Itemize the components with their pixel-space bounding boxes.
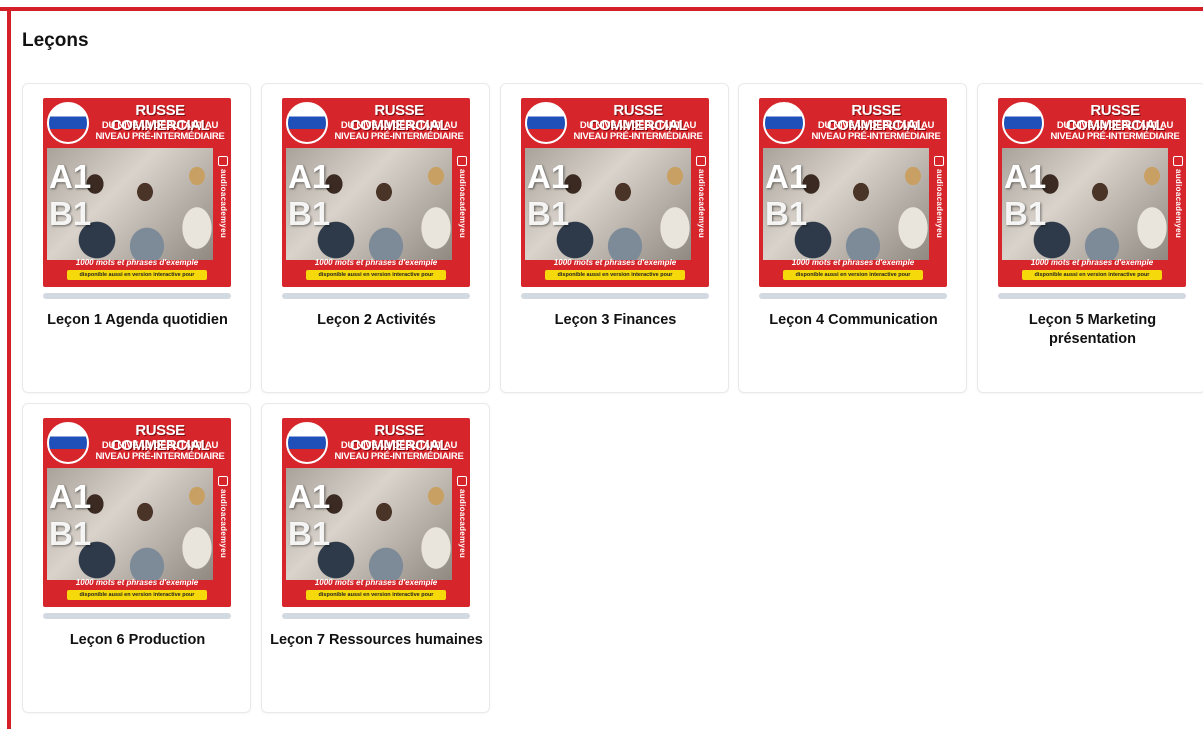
cover-subtitle: DU NIVEAU DÉBUTANT AU NIVEAU PRÉ-INTERMÉ… [811,120,941,142]
russian-flag-icon [286,422,328,464]
lesson-cover-image: RUSSE COMMERCIAL DU NIVEAU DÉBUTANT AU N… [282,418,470,607]
brand-logo-icon [696,156,706,166]
lesson-cover-image: RUSSE COMMERCIAL DU NIVEAU DÉBUTANT AU N… [759,98,947,287]
cover-words-caption: 1000 mots et phrases d'exemple [75,258,199,267]
cover-subtitle: DU NIVEAU DÉBUTANT AU NIVEAU PRÉ-INTERMÉ… [334,120,464,142]
cover-subtitle: DU NIVEAU DÉBUTANT AU NIVEAU PRÉ-INTERMÉ… [95,120,225,142]
russian-flag-icon [47,422,89,464]
cover-level-a1: A1 [288,478,331,515]
lesson-cover-image: RUSSE COMMERCIAL DU NIVEAU DÉBUTANT AU N… [43,418,231,607]
lesson-cover-image: RUSSE COMMERCIAL DU NIVEAU DÉBUTANT AU N… [43,98,231,287]
lesson-cover-image: RUSSE COMMERCIAL DU NIVEAU DÉBUTANT AU N… [521,98,709,287]
frame-top-border [0,7,1203,11]
brand-logo-icon [218,476,228,486]
cover-subtitle: DU NIVEAU DÉBUTANT AU NIVEAU PRÉ-INTERMÉ… [573,120,703,142]
brand-logo-icon [934,156,944,166]
brand-logo-icon [218,156,228,166]
cover-words-caption: 1000 mots et phrases d'exemple [553,258,677,267]
russian-flag-icon [1002,102,1044,144]
cover-availability-banner: disponible aussi en version interactive … [1022,270,1162,280]
lesson-card-6[interactable]: RUSSE COMMERCIAL DU NIVEAU DÉBUTANT AU N… [22,403,251,713]
cover-brand: audioacademyeu [218,156,228,238]
cover-words-caption: 1000 mots et phrases d'exemple [314,258,438,267]
cover-level-b1: B1 [288,195,331,232]
lesson-progress-bar [43,293,231,299]
lesson-title: Leçon 4 Communication [769,312,938,328]
brand-logo-icon [457,156,467,166]
cover-availability-banner: disponible aussi en version interactive … [67,590,207,600]
lesson-title: Leçon 1 Agenda quotidien [47,312,228,328]
brand-logo-icon [457,476,467,486]
russian-flag-icon [47,102,89,144]
cover-availability-banner: disponible aussi en version interactive … [545,270,685,280]
brand-logo-icon [1173,156,1183,166]
russian-flag-icon [525,102,567,144]
lesson-card-3[interactable]: RUSSE COMMERCIAL DU NIVEAU DÉBUTANT AU N… [500,83,729,393]
cover-brand: audioacademyeu [696,156,706,238]
lesson-title: Leçon 6 Production [69,632,206,648]
cover-level-a1: A1 [49,158,92,195]
cover-subtitle: DU NIVEAU DÉBUTANT AU NIVEAU PRÉ-INTERMÉ… [334,440,464,462]
cover-level-b1: B1 [49,515,92,552]
cover-level-b1: B1 [527,195,570,232]
cover-subtitle: DU NIVEAU DÉBUTANT AU NIVEAU PRÉ-INTERMÉ… [95,440,225,462]
lesson-card-1[interactable]: RUSSE COMMERCIAL DU NIVEAU DÉBUTANT AU N… [22,83,251,393]
cover-availability-banner: disponible aussi en version interactive … [783,270,923,280]
lesson-progress-bar [282,293,470,299]
cover-level-b1: B1 [288,515,331,552]
lesson-progress-bar [282,613,470,619]
frame-left-border [7,7,11,729]
lesson-progress-bar [998,293,1186,299]
cover-brand: audioacademyeu [457,476,467,558]
cover-level-b1: B1 [49,195,92,232]
lesson-progress-bar [521,293,709,299]
cover-brand: audioacademyeu [934,156,944,238]
cover-level-a1: A1 [288,158,331,195]
russian-flag-icon [763,102,805,144]
cover-brand: audioacademyeu [1173,156,1183,238]
lesson-cover-image: RUSSE COMMERCIAL DU NIVEAU DÉBUTANT AU N… [998,98,1186,287]
lesson-card-2[interactable]: RUSSE COMMERCIAL DU NIVEAU DÉBUTANT AU N… [261,83,490,393]
lesson-title: Leçon 7 Ressources humaines [270,632,483,648]
lesson-title: Leçon 5 Marketing présentation [1028,312,1157,347]
lesson-card-5[interactable]: RUSSE COMMERCIAL DU NIVEAU DÉBUTANT AU N… [977,83,1203,393]
cover-words-caption: 1000 mots et phrases d'exemple [791,258,915,267]
lesson-progress-bar [759,293,947,299]
cover-availability-banner: disponible aussi en version interactive … [306,590,446,600]
cover-brand: audioacademyeu [218,476,228,558]
section-title: Leçons [22,30,89,51]
cover-words-caption: 1000 mots et phrases d'exemple [314,578,438,587]
cover-level-a1: A1 [527,158,570,195]
lesson-card-4[interactable]: RUSSE COMMERCIAL DU NIVEAU DÉBUTANT AU N… [738,83,967,393]
cover-brand: audioacademyeu [457,156,467,238]
cover-subtitle: DU NIVEAU DÉBUTANT AU NIVEAU PRÉ-INTERMÉ… [1050,120,1180,142]
cover-level-a1: A1 [1004,158,1047,195]
cover-words-caption: 1000 mots et phrases d'exemple [75,578,199,587]
lesson-title: Leçon 2 Activités [317,312,436,328]
lesson-cover-image: RUSSE COMMERCIAL DU NIVEAU DÉBUTANT AU N… [282,98,470,287]
cover-level-b1: B1 [765,195,808,232]
cover-availability-banner: disponible aussi en version interactive … [306,270,446,280]
cover-level-b1: B1 [1004,195,1047,232]
cover-level-a1: A1 [765,158,808,195]
cover-level-a1: A1 [49,478,92,515]
cover-words-caption: 1000 mots et phrases d'exemple [1030,258,1154,267]
lesson-progress-bar [43,613,231,619]
lesson-title: Leçon 3 Finances [554,312,677,328]
cover-availability-banner: disponible aussi en version interactive … [67,270,207,280]
lesson-card-7[interactable]: RUSSE COMMERCIAL DU NIVEAU DÉBUTANT AU N… [261,403,490,713]
russian-flag-icon [286,102,328,144]
